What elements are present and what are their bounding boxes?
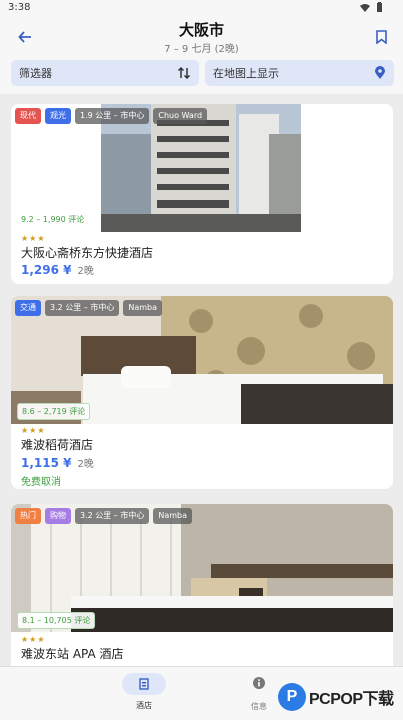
watermark-logo: P PCPOP下载 [278, 680, 400, 714]
map-label: 在地图上显示 [213, 67, 279, 80]
bookmark-icon [375, 30, 387, 44]
price-line: 1,115 ¥ 2晚 [21, 455, 94, 470]
app-header: 大阪市 7 – 9 七月 (2晚) [0, 16, 403, 58]
area-tag: Namba [123, 300, 163, 316]
rating-badge: 8.6 – 2,719 评论 [17, 403, 91, 420]
watermark-text: PCPOP下载 [309, 691, 394, 708]
hotel-tags: 热门 购物 3.2 公里 – 市中心 Namba [15, 508, 193, 524]
map-pin-icon [375, 66, 385, 79]
distance-tag: 1.9 公里 – 市中心 [75, 108, 150, 124]
tag-sightseeing: 观光 [45, 108, 71, 124]
hotel-name: 大阪心斋桥东方快捷酒店 [21, 246, 154, 260]
page-title: 大阪市 [178, 21, 224, 39]
nights: 2晚 [77, 266, 94, 277]
status-bar: 3:38 [0, 0, 403, 16]
wifi-icon [360, 3, 370, 12]
tag-shopping: 购物 [45, 508, 71, 524]
sort-icon [177, 66, 191, 80]
toolbar: 筛选器 在地图上显示 [0, 58, 403, 94]
date-range: 7 – 9 七月 (2晚) [164, 44, 239, 55]
status-icons [360, 2, 383, 12]
info-icon [253, 677, 265, 689]
star-rating: ★★★ [21, 635, 46, 644]
free-cancellation: 免费取消 [21, 477, 61, 488]
star-rating: ★★★ [21, 234, 46, 243]
tag-transport: 交通 [15, 300, 41, 316]
nights: 2晚 [77, 459, 94, 470]
hotel-card[interactable]: 交通 3.2 公里 – 市中心 Namba 8.6 – 2,719 评论 ★★★… [11, 296, 393, 489]
nav-hotels[interactable]: 酒店 [116, 673, 172, 711]
battery-icon [377, 2, 382, 12]
filter-label: 筛选器 [19, 67, 52, 80]
price: 1,296 ¥ [21, 263, 72, 277]
star-rating: ★★★ [21, 426, 46, 435]
distance-tag: 3.2 公里 – 市中心 [75, 508, 150, 524]
hotel-name: 难波东站 APA 酒店 [21, 647, 124, 661]
hotel-card[interactable]: 热门 购物 3.2 公里 – 市中心 Namba 8.1 – 10,705 评论… [11, 504, 393, 666]
map-button[interactable]: 在地图上显示 [205, 60, 394, 86]
rating-badge: 9.2 – 1,990 评论 [21, 215, 85, 224]
nav-hotels-label: 酒店 [136, 701, 152, 710]
watermark-logo-mark: P [278, 683, 306, 711]
filter-button[interactable]: 筛选器 [11, 60, 199, 86]
hotel-name: 难波稻荷酒店 [21, 438, 94, 452]
hotel-tags: 交通 3.2 公里 – 市中心 Namba [15, 300, 163, 316]
price: 1,115 ¥ [21, 456, 72, 470]
status-time: 3:38 [8, 2, 31, 13]
hotel-list: 现代 观光 1.9 公里 – 市中心 Chuo Ward 9.2 – 1,990… [0, 94, 403, 666]
nav-hotels-pill [122, 673, 166, 695]
tag-modern: 现代 [15, 108, 41, 124]
rating-badge: 8.1 – 10,705 评论 [17, 612, 96, 629]
hotel-card[interactable]: 现代 观光 1.9 公里 – 市中心 Chuo Ward 9.2 – 1,990… [11, 104, 393, 284]
area-tag: Chuo Ward [153, 108, 208, 124]
hotel-tags: 现代 观光 1.9 公里 – 市中心 Chuo Ward [15, 108, 208, 124]
area-tag: Namba [153, 508, 193, 524]
distance-tag: 3.2 公里 – 市中心 [45, 300, 120, 316]
tag-popular: 热门 [15, 508, 41, 524]
price-line: 1,296 ¥ 2晚 [21, 262, 94, 277]
hotel-icon [139, 678, 149, 690]
bookmark-button[interactable] [371, 26, 391, 48]
